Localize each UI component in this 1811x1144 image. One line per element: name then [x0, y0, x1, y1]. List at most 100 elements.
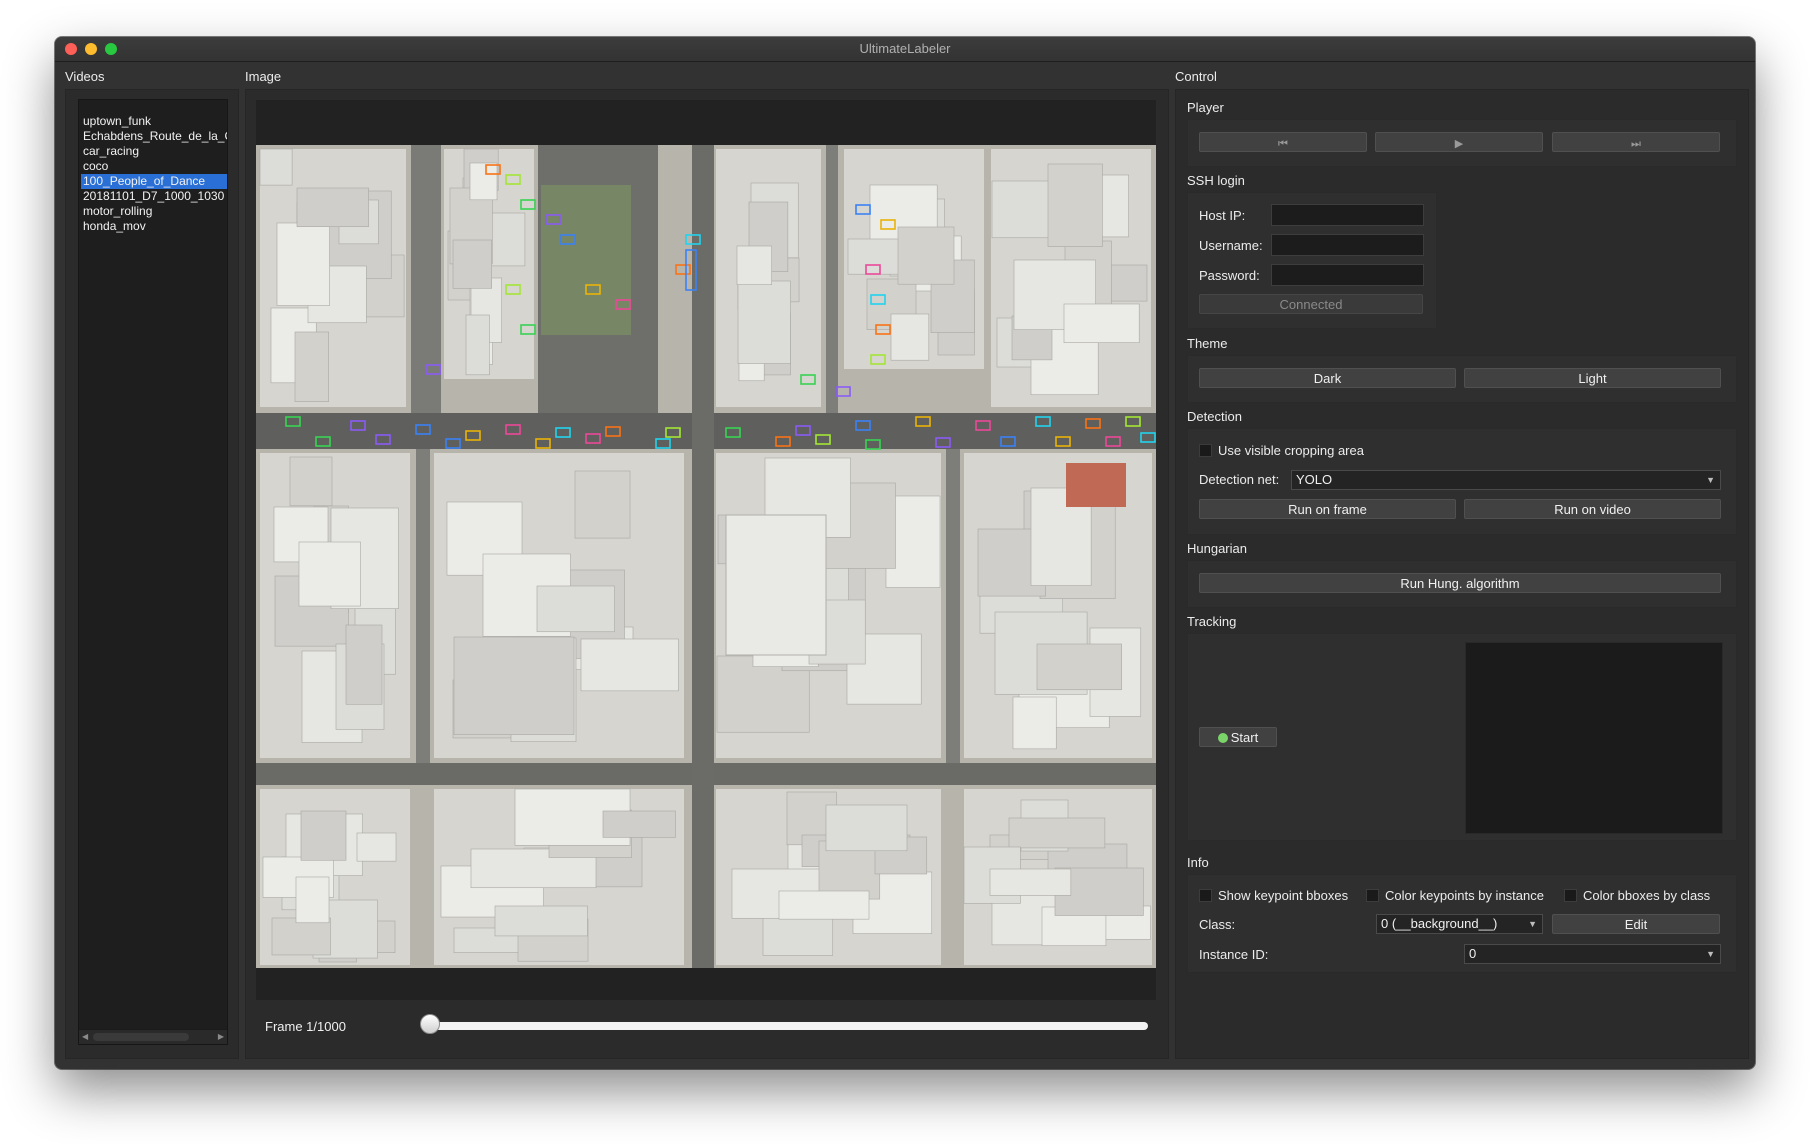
frame-counter-label: Frame 1/1000 — [265, 1019, 346, 1034]
instance-id-select[interactable]: 0 ▼ — [1464, 944, 1721, 964]
play-icon: ▶ — [1454, 138, 1464, 150]
video-list-item[interactable]: coco — [81, 159, 227, 174]
detection-net-label: Detection net: — [1199, 472, 1280, 487]
rooftop — [300, 810, 347, 861]
rooftop — [295, 876, 330, 924]
street — [826, 145, 838, 413]
street — [946, 449, 960, 763]
rooftop — [1008, 817, 1106, 849]
rooftop — [296, 187, 369, 228]
player-section-title: Player — [1187, 100, 1224, 115]
rooftop — [536, 585, 615, 633]
color-bboxes-label: Color bboxes by class — [1583, 888, 1711, 903]
scroll-left-icon[interactable]: ◀ — [82, 1032, 88, 1041]
rooftop — [825, 804, 908, 852]
skip-forward-icon: ⏭ — [1631, 138, 1641, 150]
aerial-city-photo — [256, 145, 1156, 968]
skip-back-icon: ⏮ — [1278, 138, 1288, 150]
theme-section-title: Theme — [1187, 336, 1228, 351]
username-input[interactable] — [1271, 234, 1424, 256]
control-group-title: Control — [1175, 69, 1217, 84]
frame-slider-handle[interactable] — [420, 1014, 440, 1034]
class-select[interactable]: 0 (__background__) ▼ — [1376, 914, 1543, 934]
scrollbar-thumb[interactable] — [93, 1033, 189, 1041]
chevron-down-icon: ▼ — [1528, 919, 1537, 929]
rooftop — [890, 313, 930, 361]
host-ip-label: Host IP: — [1199, 208, 1246, 223]
frame-slider-track[interactable] — [430, 1022, 1148, 1030]
next-frame-button[interactable]: ⏭ — [1552, 132, 1720, 152]
video-list-item[interactable]: car_racing — [81, 144, 227, 159]
run-hungarian-button[interactable]: Run Hung. algorithm — [1199, 573, 1721, 593]
run-on-frame-button[interactable]: Run on frame — [1199, 499, 1456, 519]
title-bar: UltimateLabeler — [55, 37, 1755, 62]
rooftop — [298, 541, 361, 607]
username-label: Username: — [1199, 238, 1263, 253]
videos-horizontal-scrollbar[interactable]: ◀ ▶ — [79, 1029, 227, 1044]
window-title: UltimateLabeler — [859, 41, 951, 56]
previous-frame-button[interactable]: ⏮ — [1199, 132, 1367, 152]
detection-net-value: YOLO — [1296, 472, 1333, 487]
cropping-area-checkbox[interactable] — [1199, 444, 1212, 457]
rooftop — [762, 914, 834, 956]
dark-theme-button[interactable]: Dark — [1199, 368, 1456, 388]
aerial-frame-image[interactable] — [256, 145, 1156, 968]
start-tracking-button[interactable]: Start — [1199, 727, 1277, 747]
rooftop — [897, 226, 955, 285]
host-ip-input[interactable] — [1271, 204, 1424, 226]
play-button[interactable]: ▶ — [1375, 132, 1543, 152]
show-keypoint-bboxes-checkbox[interactable] — [1199, 889, 1212, 902]
start-tracking-label: Start — [1230, 730, 1259, 745]
chevron-down-icon: ▼ — [1706, 949, 1715, 959]
rooftop — [452, 239, 493, 289]
rooftop — [259, 148, 293, 186]
rooftop — [778, 890, 870, 920]
detection-net-select[interactable]: YOLO ▼ — [1291, 470, 1721, 490]
light-theme-button[interactable]: Light — [1464, 368, 1721, 388]
rooftop — [271, 917, 331, 956]
rooftop — [1036, 643, 1122, 691]
password-label: Password: — [1199, 268, 1260, 283]
video-list-item[interactable]: honda_mov — [81, 219, 227, 234]
red-rooftop — [1066, 463, 1126, 507]
large-rooftop — [725, 514, 827, 656]
rooftop — [453, 636, 575, 735]
show-keypoint-bboxes-label: Show keypoint bboxes — [1218, 888, 1349, 903]
scroll-right-icon[interactable]: ▶ — [218, 1032, 224, 1041]
rooftop — [356, 832, 397, 862]
class-value: 0 (__background__) — [1381, 916, 1498, 931]
ssh-section-title: SSH login — [1187, 173, 1245, 188]
app-window: UltimateLabeler Videos uptown_funk Echab… — [55, 37, 1755, 1069]
rooftop — [989, 868, 1072, 896]
cropping-area-label: Use visible cropping area — [1218, 443, 1364, 458]
park-trees — [541, 185, 631, 335]
video-list-item[interactable]: Echabdens_Route_de_la_C — [81, 129, 227, 144]
rooftop — [469, 162, 498, 201]
run-on-video-button[interactable]: Run on video — [1464, 499, 1721, 519]
rooftop — [276, 222, 330, 306]
video-list-item[interactable]: uptown_funk — [81, 114, 227, 129]
color-keypoints-label: Color keypoints by instance — [1385, 888, 1544, 903]
ssh-connect-button[interactable]: Connected — [1199, 294, 1423, 314]
class-label: Class: — [1199, 917, 1236, 932]
edit-class-button[interactable]: Edit — [1552, 914, 1720, 934]
password-input[interactable] — [1271, 264, 1424, 286]
rooftop — [345, 624, 383, 705]
video-list-item[interactable]: 20181101_D7_1000_1030 — [81, 189, 227, 204]
rooftop — [1063, 303, 1140, 344]
videos-list[interactable]: uptown_funk Echabdens_Route_de_la_C car_… — [78, 99, 228, 1045]
info-section-title: Info — [1187, 855, 1209, 870]
tracking-section-title: Tracking — [1187, 614, 1237, 629]
color-keypoints-checkbox[interactable] — [1366, 889, 1379, 902]
rooftop — [580, 638, 679, 692]
rooftop — [991, 180, 1054, 239]
rooftop — [737, 280, 791, 364]
color-bboxes-checkbox[interactable] — [1564, 889, 1577, 902]
rooftop — [289, 456, 333, 507]
video-list-item-selected[interactable]: 100_People_of_Dance — [81, 174, 227, 189]
rooftop — [602, 810, 676, 838]
instance-id-value: 0 — [1469, 946, 1477, 961]
rooftop — [1012, 696, 1057, 750]
video-list-item[interactable]: motor_rolling — [81, 204, 227, 219]
hungarian-section-title: Hungarian — [1187, 541, 1247, 556]
